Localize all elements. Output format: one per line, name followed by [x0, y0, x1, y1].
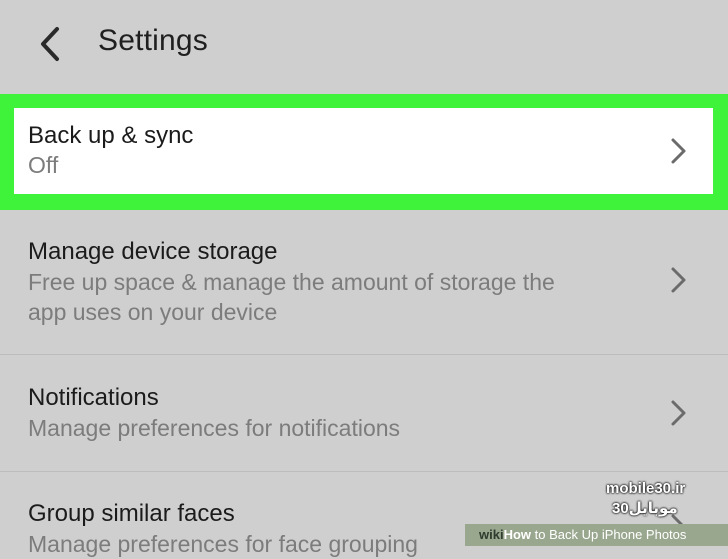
row-title: Notifications [28, 384, 159, 411]
header-bar: Settings [0, 0, 728, 92]
setting-row-manage-storage[interactable]: Manage device storage Free up space & ma… [0, 222, 728, 352]
chevron-right-icon [666, 265, 690, 295]
row-subtitle: Manage preferences for notifications [28, 415, 401, 441]
chevron-right-icon [666, 136, 690, 166]
row-title: Manage device storage [28, 238, 278, 265]
watermark-how: How [503, 527, 532, 542]
divider [0, 471, 728, 472]
row-title: Group similar faces [28, 500, 235, 527]
chevron-left-icon [41, 27, 59, 61]
chevron-right-icon [666, 398, 690, 428]
row-title: Back up & sync [28, 122, 194, 149]
watermark-caption: to Back Up iPhone Photos [531, 527, 687, 542]
watermark-caption-bar: wikiHow to Back Up iPhone Photos [465, 524, 728, 546]
divider [0, 354, 728, 355]
page-title: Settings [98, 24, 208, 57]
back-button[interactable] [30, 22, 70, 66]
watermark-wiki: wiki [479, 527, 504, 542]
setting-row-notifications[interactable]: Notifications Manage preferences for not… [0, 370, 728, 470]
row-subtitle-line-1: Free up space & manage the amount of sto… [28, 269, 555, 295]
row-subtitle: Off [28, 152, 59, 178]
setting-row-backup-sync[interactable]: Back up & sync Off [14, 108, 713, 194]
watermark-site: mobile30.ir [606, 480, 686, 497]
row-subtitle-line-2: app uses on your device [28, 299, 278, 325]
watermark-site-fa: موبایل30 [612, 500, 678, 517]
row-subtitle: Manage preferences for face grouping [28, 531, 418, 557]
